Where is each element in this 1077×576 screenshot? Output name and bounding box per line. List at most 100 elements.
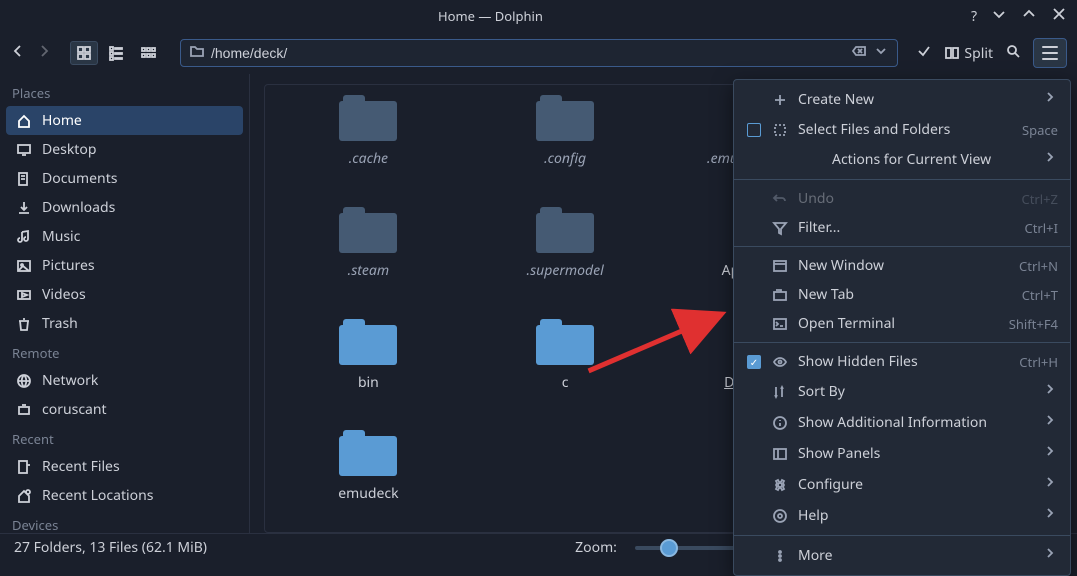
chevron-right-icon [1042, 545, 1058, 566]
menu-item-show-panels[interactable]: Show Panels [734, 438, 1070, 469]
zoom-label: Zoom: [575, 538, 617, 557]
folder-item[interactable]: .config [472, 95, 659, 187]
remote-icon [16, 402, 32, 418]
sidebar-item-label: coruscant [42, 400, 107, 419]
sidebar-heading: Places [6, 78, 243, 106]
trash-icon [16, 316, 32, 332]
menu-item-more[interactable]: More [734, 540, 1070, 571]
sidebar-item-music[interactable]: Music [6, 222, 243, 251]
sidebar-item-coruscant[interactable]: coruscant [6, 395, 243, 424]
folder-icon [339, 319, 397, 365]
sidebar-item-network[interactable]: Network [6, 366, 243, 395]
toolbar: Split [0, 32, 1077, 74]
accept-icon[interactable] [916, 43, 932, 64]
window-icon [772, 258, 788, 274]
menu-shortcut: Ctrl+N [1019, 257, 1058, 275]
split-button[interactable]: Split [944, 44, 993, 63]
sidebar-item-label: Network [42, 371, 98, 390]
select-icon [772, 122, 788, 138]
menu-item-open-terminal[interactable]: Open TerminalShift+F4 [734, 309, 1070, 338]
sidebar-item-documents[interactable]: Documents [6, 164, 243, 193]
folder-item[interactable]: .supermodel [472, 207, 659, 299]
maximize-icon[interactable] [1021, 6, 1037, 27]
sidebar-item-label: Pictures [42, 256, 95, 275]
info-icon [772, 415, 788, 431]
icons-view-button[interactable] [70, 41, 98, 65]
menu-checkbox [746, 123, 762, 137]
menu-item-actions-for-current-view[interactable]: Actions for Current View [734, 144, 1070, 175]
sort-icon [772, 384, 788, 400]
menu-item-show-additional-information[interactable]: Show Additional Information [734, 407, 1070, 438]
folder-item[interactable]: .cache [275, 95, 462, 187]
menu-item-filter-[interactable]: Filter...Ctrl+I [734, 213, 1070, 242]
sidebar-item-recent-locations[interactable]: Recent Locations [6, 481, 243, 510]
help-icon[interactable]: ? [971, 7, 977, 26]
sidebar-item-desktop[interactable]: Desktop [6, 135, 243, 164]
sidebar-item-pictures[interactable]: Pictures [6, 251, 243, 280]
chevron-right-icon [1042, 505, 1058, 526]
recent-locations-icon [16, 488, 32, 504]
folder-icon [536, 95, 594, 141]
menu-item-sort-by[interactable]: Sort By [734, 376, 1070, 407]
back-button[interactable] [10, 43, 26, 64]
menu-item-create-new[interactable]: Create New [734, 84, 1070, 115]
forward-button[interactable] [36, 43, 52, 64]
details-view-button[interactable] [134, 41, 162, 65]
menu-shortcut: Ctrl+Z [1021, 190, 1058, 208]
sidebar-item-videos[interactable]: Videos [6, 280, 243, 309]
clear-path-icon[interactable] [851, 43, 867, 64]
menu-item-configure[interactable]: Configure [734, 469, 1070, 500]
path-input[interactable] [211, 45, 851, 61]
sidebar-item-label: Desktop [42, 140, 96, 159]
help-icon [772, 508, 788, 524]
menu-item-select-files-and-folders[interactable]: Select Files and FoldersSpace [734, 115, 1070, 144]
folder-item[interactable]: bin [275, 319, 462, 411]
menu-label: Show Panels [798, 444, 1032, 463]
compact-view-button[interactable] [102, 41, 130, 65]
sidebar-heading: Devices [6, 510, 243, 533]
folder-item[interactable]: .steam [275, 207, 462, 299]
titlebar: Home — Dolphin ? [0, 0, 1077, 32]
sidebar-item-home[interactable]: Home [6, 106, 243, 135]
menu-shortcut: Shift+F4 [1009, 315, 1058, 333]
sidebar-item-label: Recent Files [42, 457, 120, 476]
menu-item-show-hidden-files[interactable]: Show Hidden FilesCtrl+H [734, 347, 1070, 376]
split-label: Split [964, 44, 993, 63]
undo-icon [772, 191, 788, 207]
location-bar[interactable] [180, 39, 898, 67]
menu-item-new-window[interactable]: New WindowCtrl+N [734, 251, 1070, 280]
menu-item-help[interactable]: Help [734, 500, 1070, 531]
menu-label: Create New [798, 90, 1032, 109]
terminal-icon [772, 316, 788, 332]
menu-label: Configure [798, 475, 1032, 494]
minimize-icon[interactable] [991, 6, 1007, 27]
menu-item-undo[interactable]: UndoCtrl+Z [734, 184, 1070, 213]
status-summary: 27 Folders, 13 Files (62.1 MiB) [14, 538, 207, 557]
sidebar-heading: Recent [6, 424, 243, 452]
sidebar-heading: Remote [6, 338, 243, 366]
chevron-right-icon [1042, 443, 1058, 464]
chevron-right-icon [1042, 149, 1058, 170]
pictures-icon [16, 258, 32, 274]
menu-label: New Tab [798, 285, 1012, 304]
menu-label: Select Files and Folders [798, 120, 1012, 139]
plus-icon [772, 92, 788, 108]
sidebar-item-label: Videos [42, 285, 86, 304]
sidebar-item-downloads[interactable]: Downloads [6, 193, 243, 222]
filter-icon [772, 220, 788, 236]
eye-icon [772, 354, 788, 370]
menu-item-new-tab[interactable]: New TabCtrl+T [734, 280, 1070, 309]
recent-files-icon [16, 459, 32, 475]
menu-label: Actions for Current View [832, 150, 1032, 169]
menu-label: Filter... [798, 218, 1015, 237]
menu-label: More [798, 546, 1032, 565]
sidebar-item-recent-files[interactable]: Recent Files [6, 452, 243, 481]
sidebar-item-trash[interactable]: Trash [6, 309, 243, 338]
search-icon[interactable] [1005, 43, 1021, 64]
close-icon[interactable] [1051, 6, 1067, 27]
path-dropdown-icon[interactable] [873, 43, 889, 64]
hamburger-menu-button[interactable] [1033, 38, 1067, 68]
panels-icon [772, 446, 788, 462]
home-icon [16, 113, 32, 129]
folder-item[interactable]: emudeck [275, 430, 462, 522]
